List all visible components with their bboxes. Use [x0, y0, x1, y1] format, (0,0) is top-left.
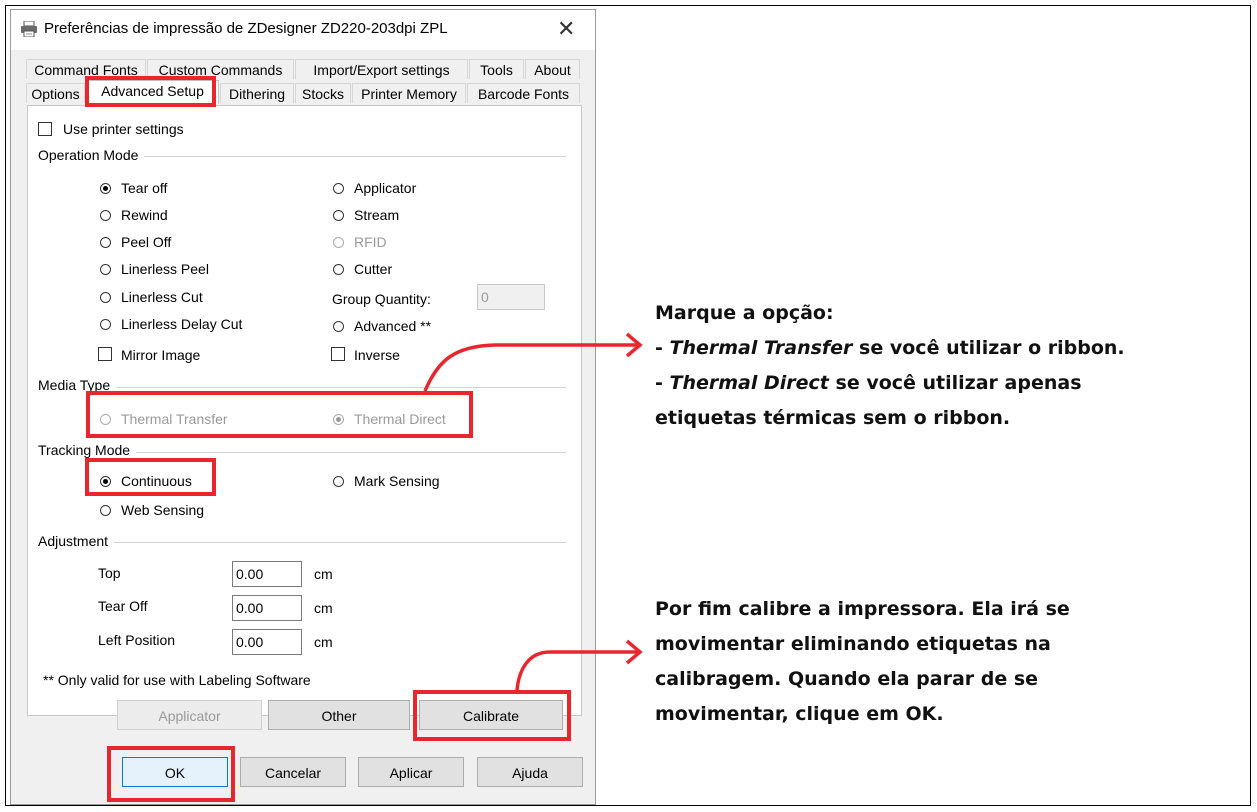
note1-line3: - Thermal Direct se você utilizar apenas	[655, 366, 1125, 401]
note1-dash-2: -	[655, 372, 670, 394]
note2-line1: Por fim calibre a impressora. Ela irá se	[655, 598, 1070, 620]
note1-thermal-direct: Thermal Direct	[669, 372, 829, 394]
instruction-media-type: Marque a opção: - Thermal Transfer se vo…	[655, 296, 1125, 436]
note1-line2-rest: se você utilizar o ribbon.	[852, 337, 1125, 359]
note1-thermal-transfer: Thermal Transfer	[669, 337, 853, 359]
note2-line3: calibragem. Quando ela parar de se	[655, 668, 1039, 690]
arrow-calibrate	[515, 650, 637, 691]
note1-line4: etiquetas térmicas sem o ribbon.	[655, 407, 1011, 429]
note1-line2: - Thermal Transfer se você utilizar o ri…	[655, 331, 1125, 366]
instruction-calibrate: Por fim calibre a impressora. Ela irá se…	[655, 592, 1070, 732]
note1-line3-rest: se você utilizar apenas	[828, 372, 1082, 394]
note2-line4: movimentar, clique em OK.	[655, 703, 944, 725]
arrow-media-type	[423, 343, 637, 392]
note1-line1: Marque a opção:	[655, 302, 834, 324]
note2-line2: movimentar eliminando etiquetas na	[655, 633, 1051, 655]
note1-dash-1: -	[655, 337, 670, 359]
